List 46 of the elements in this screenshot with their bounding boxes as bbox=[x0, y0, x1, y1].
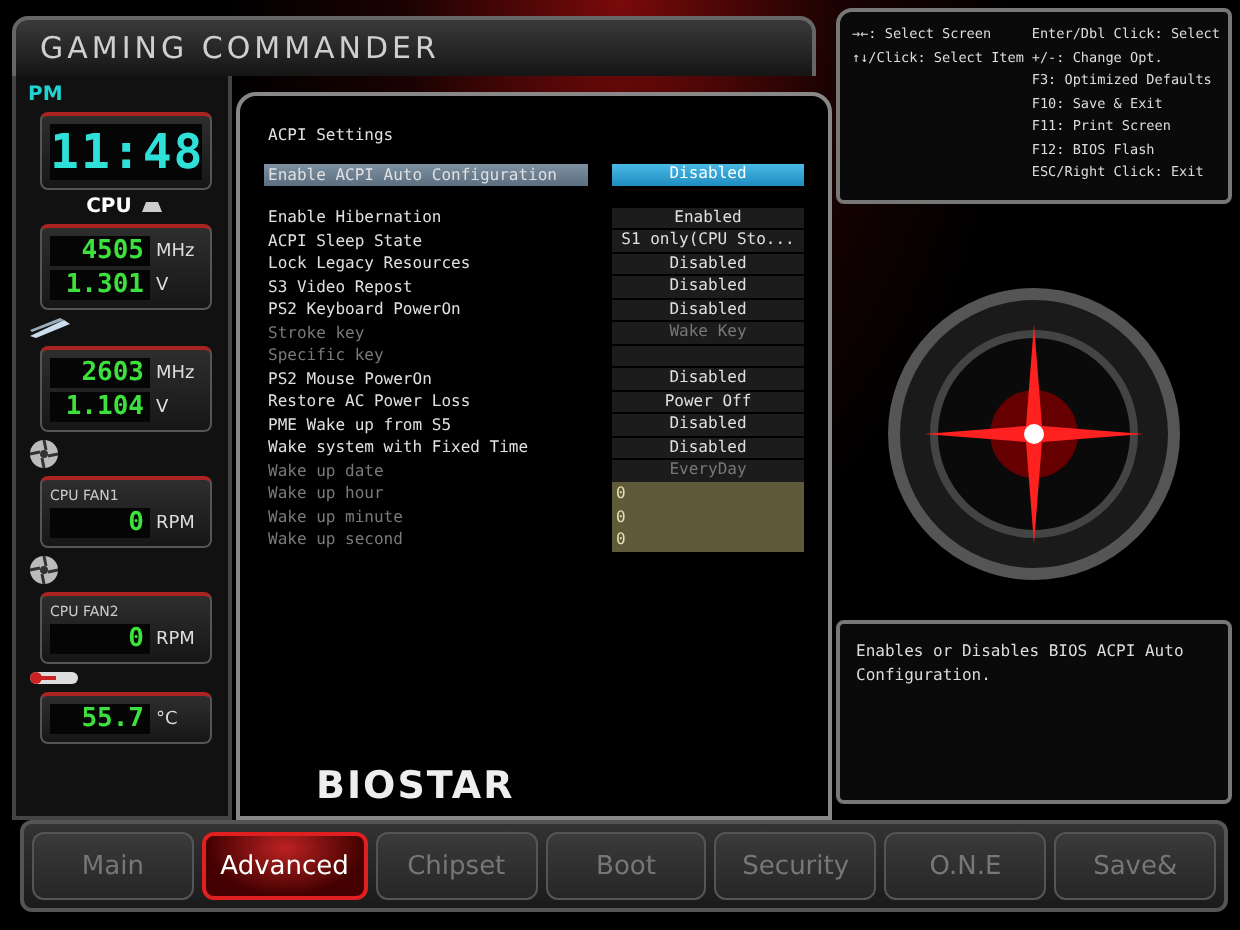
setting-value[interactable]: Disabled bbox=[612, 368, 804, 389]
setting-value[interactable] bbox=[612, 345, 804, 366]
setting-value[interactable]: S1 only(CPU Sto... bbox=[612, 230, 804, 251]
setting-label[interactable]: PME Wake up from S5 bbox=[264, 413, 588, 436]
clock-time: 11:48 bbox=[50, 124, 202, 180]
fan-icon bbox=[28, 554, 60, 586]
setting-label[interactable]: Wake system with Fixed Time bbox=[264, 436, 588, 459]
reading-value: 55.7 bbox=[50, 704, 150, 734]
reading-unit: RPM bbox=[156, 513, 195, 533]
setting-label[interactable]: S3 Video Repost bbox=[264, 275, 588, 298]
setting-label[interactable]: ACPI Sleep State bbox=[264, 229, 588, 252]
reading-value: 0 bbox=[50, 508, 150, 538]
section-heading: ACPI Settings bbox=[266, 124, 396, 147]
reading-unit: MHz bbox=[156, 241, 195, 261]
reading-unit: °C bbox=[156, 709, 178, 729]
setting-value[interactable]: Disabled bbox=[612, 437, 804, 458]
setting-label[interactable]: Restore AC Power Loss bbox=[264, 390, 588, 413]
cpu-label: CPU bbox=[86, 196, 132, 218]
brand-logo: BIOSTAR bbox=[316, 764, 517, 808]
reading-value: 2603 bbox=[50, 358, 150, 388]
setting-value[interactable]: Disabled bbox=[612, 276, 804, 297]
reading-value: 0 bbox=[50, 624, 150, 654]
chip-icon bbox=[137, 200, 166, 214]
setting-label[interactable]: PS2 Mouse PowerOn bbox=[264, 367, 588, 390]
setting-label[interactable]: Enable Hibernation bbox=[264, 206, 588, 229]
setting-value[interactable]: Disabled bbox=[612, 414, 804, 435]
reading-value: 1.301 bbox=[50, 270, 150, 300]
reading-unit: V bbox=[156, 275, 169, 295]
reading-unit: V bbox=[156, 397, 169, 417]
app-title: GAMING COMMANDER bbox=[40, 30, 440, 66]
setting-value[interactable]: Power Off bbox=[612, 391, 804, 412]
setting-value[interactable]: Disabled bbox=[612, 253, 804, 274]
tab[interactable]: Advanced bbox=[201, 832, 368, 900]
fan-icon bbox=[28, 438, 60, 470]
reading-value: 4505 bbox=[50, 236, 150, 266]
clock-period: PM bbox=[28, 84, 63, 106]
memory-sticks-icon bbox=[28, 316, 72, 340]
reading-unit: MHz bbox=[156, 363, 195, 383]
thermometer-icon bbox=[28, 670, 80, 686]
reading-unit: RPM bbox=[156, 629, 195, 649]
reading-value: 1.104 bbox=[50, 392, 150, 422]
setting-label[interactable]: PS2 Keyboard PowerOn bbox=[264, 298, 588, 321]
setting-value[interactable]: Enabled bbox=[612, 207, 804, 228]
help-text: Enables or Disables BIOS ACPI Auto Configuration. bbox=[856, 640, 1186, 688]
setting-value[interactable]: Disabled bbox=[612, 299, 804, 320]
setting-label[interactable]: Lock Legacy Resources bbox=[264, 252, 588, 275]
